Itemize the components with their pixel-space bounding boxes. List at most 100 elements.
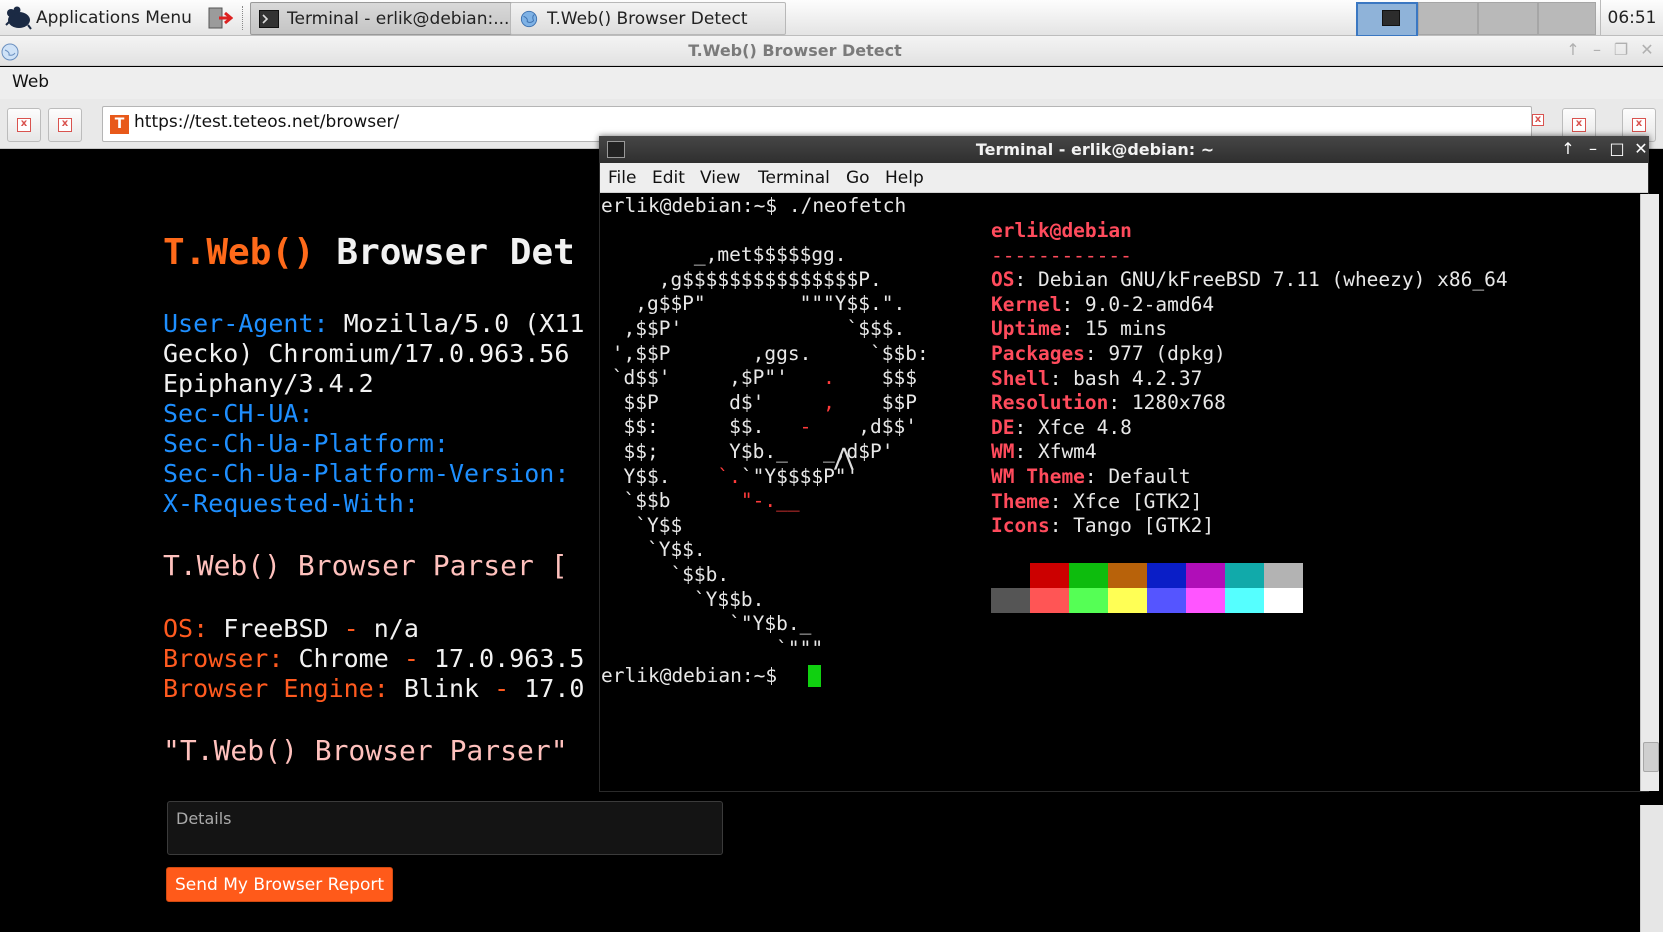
page-scrollbar[interactable] — [1640, 805, 1663, 932]
terminal-scrollbar[interactable] — [1640, 194, 1659, 791]
neofetch-key: DE — [991, 415, 1015, 439]
palette-swatch — [991, 563, 1030, 588]
palette-swatch — [1264, 588, 1303, 613]
neofetch-row: Icons: Tango [GTK2] — [991, 514, 1508, 539]
palette-swatch — [1225, 563, 1264, 588]
neofetch-row: Packages: 977 (dpkg) — [991, 342, 1508, 367]
x-requested-with-label: X-Requested-With: — [163, 489, 419, 518]
globe-icon — [520, 10, 538, 27]
workspace-2[interactable] — [1418, 2, 1478, 35]
palette-swatch — [991, 588, 1030, 613]
palette-swatch — [1186, 563, 1225, 588]
neofetch-value: : Xfwm4 — [1014, 440, 1097, 464]
workspace-3[interactable] — [1478, 2, 1538, 35]
neofetch-key: Icons — [991, 514, 1050, 538]
neofetch-key: Kernel — [991, 292, 1062, 316]
palette-swatch — [1069, 563, 1108, 588]
terminal-scrollbar-thumb[interactable] — [1643, 742, 1659, 772]
palette-swatch — [1108, 588, 1147, 613]
terminal-minimize-button[interactable]: – — [1582, 138, 1604, 160]
browser-row: Browser: Chrome - 17.0.963.5 — [163, 644, 584, 673]
browser-label: Browser: — [163, 644, 284, 673]
back-button[interactable]: x — [7, 108, 41, 142]
taskbar-browser[interactable]: T.Web() Browser Detect — [510, 2, 786, 35]
neofetch-row: WM: Xfwm4 — [991, 440, 1508, 465]
neofetch-value: : Tango [GTK2] — [1049, 514, 1215, 538]
terminal-menu-view[interactable]: View — [700, 168, 740, 188]
browser-maximize-button[interactable]: ❐ — [1610, 38, 1632, 62]
browser-minimize-button[interactable]: – — [1586, 38, 1608, 62]
logout-launcher[interactable] — [205, 0, 235, 35]
terminal-prompt: erlik@debian:~$ — [601, 664, 789, 687]
panel-separator — [242, 6, 245, 30]
applications-menu-button[interactable]: Applications Menu — [4, 0, 199, 35]
missing-image-icon: x — [17, 118, 31, 132]
browser-menubar — [0, 67, 1663, 99]
terminal-shade-button[interactable]: ↑ — [1557, 138, 1579, 160]
neofetch-value: : 9.0-2-amd64 — [1061, 292, 1215, 316]
workspace-4[interactable] — [1538, 2, 1596, 35]
neofetch-row: WM Theme: Default — [991, 465, 1508, 490]
engine-row: Browser Engine: Blink - 17.0 — [163, 674, 584, 703]
neofetch-key: Shell — [991, 366, 1050, 390]
forward-button[interactable]: x — [48, 108, 82, 142]
taskbar-terminal[interactable]: Terminal - erlik@debian:... — [250, 2, 523, 35]
workspace-1[interactable] — [1356, 2, 1418, 37]
browser-dash: - — [403, 644, 419, 673]
browser-window-title: T.Web() Browser Detect — [688, 41, 902, 60]
neofetch-value: : 1280x768 — [1108, 391, 1226, 415]
neofetch-row: OS: Debian GNU/kFreeBSD 7.11 (wheezy) x8… — [991, 268, 1508, 293]
user-agent-value: Mozilla/5.0 (X11 — [328, 309, 585, 338]
neofetch-value: : Xfce [GTK2] — [1049, 489, 1203, 513]
sec-ch-ua-platform-label: Sec-Ch-Ua-Platform: — [163, 429, 449, 458]
applications-menu-label: Applications Menu — [36, 7, 192, 28]
neofetch-key: WM — [991, 440, 1015, 464]
details-textarea[interactable]: Details — [167, 801, 723, 855]
palette-swatch — [1186, 588, 1225, 613]
terminal-close-button[interactable]: ✕ — [1630, 138, 1652, 160]
sec-ch-ua-platform-version-label: Sec-Ch-Ua-Platform-Version: — [163, 459, 570, 488]
palette-swatch — [1108, 563, 1147, 588]
terminal-menu-go[interactable]: Go — [846, 168, 870, 188]
palette-swatch — [1264, 563, 1303, 588]
panel-clock[interactable]: 06:51 — [1600, 0, 1663, 35]
terminal-menu-help[interactable]: Help — [885, 168, 924, 188]
url-clear-icon[interactable]: x — [1532, 114, 1544, 126]
sec-ch-ua-label: Sec-CH-UA: — [163, 399, 314, 428]
missing-image-icon: x — [1572, 118, 1586, 132]
browser-shade-button[interactable]: ↑ — [1562, 38, 1584, 62]
details-placeholder: Details — [176, 809, 232, 828]
os-row: OS: FreeBSD - n/a — [163, 614, 419, 643]
taskbar-terminal-label: Terminal - erlik@debian:... — [287, 8, 510, 29]
neofetch-row: Kernel: 9.0-2-amd64 — [991, 293, 1508, 318]
neofetch-row: DE: Xfce 4.8 — [991, 416, 1508, 441]
terminal-cursor — [808, 665, 821, 687]
ibeam-cursor-icon: ⋀ — [834, 443, 854, 471]
neofetch-value: : Default — [1084, 464, 1191, 488]
user-agent-row: User-Agent: Mozilla/5.0 (X11 — [163, 309, 584, 338]
user-agent-line-3: Epiphany/3.4.2 — [163, 369, 374, 398]
browser-close-button[interactable]: ✕ — [1636, 38, 1658, 62]
terminal-menu-file[interactable]: File — [608, 168, 636, 188]
palette-swatch — [1030, 588, 1069, 613]
xfce-mouse-icon — [5, 6, 32, 30]
missing-image-icon: x — [1632, 118, 1646, 132]
os-label: OS: — [163, 614, 209, 643]
user-agent-line-2: Gecko) Chromium/17.0.963.56 — [163, 339, 570, 368]
terminal-menu-terminal[interactable]: Terminal — [758, 168, 830, 188]
menu-web[interactable]: Web — [12, 72, 49, 92]
terminal-maximize-button[interactable]: □ — [1606, 138, 1628, 160]
palette-swatch — [1147, 588, 1186, 613]
parser-quote: "T.Web() Browser Parser" — [163, 734, 568, 767]
url-text[interactable]: https://test.teteos.net/browser/ — [134, 112, 399, 132]
send-report-button[interactable]: Send My Browser Report — [166, 867, 393, 902]
neofetch-key: Packages — [991, 341, 1085, 365]
neofetch-value: : Debian GNU/kFreeBSD 7.11 (wheezy) x86_… — [1014, 268, 1508, 292]
browser-value: Chrome — [283, 644, 404, 673]
neofetch-row: Resolution: 1280x768 — [991, 391, 1508, 416]
neofetch-key: Theme — [991, 489, 1050, 513]
terminal-menu-edit[interactable]: Edit — [652, 168, 685, 188]
neofetch-value: : Xfce 4.8 — [1014, 415, 1132, 439]
debian-ascii-logo: _,met$$$$$gg. ,g$$$$$$$$$$$$$$$P. ,g$$P"… — [611, 243, 929, 660]
neofetch-value: : 977 (dpkg) — [1084, 341, 1226, 365]
